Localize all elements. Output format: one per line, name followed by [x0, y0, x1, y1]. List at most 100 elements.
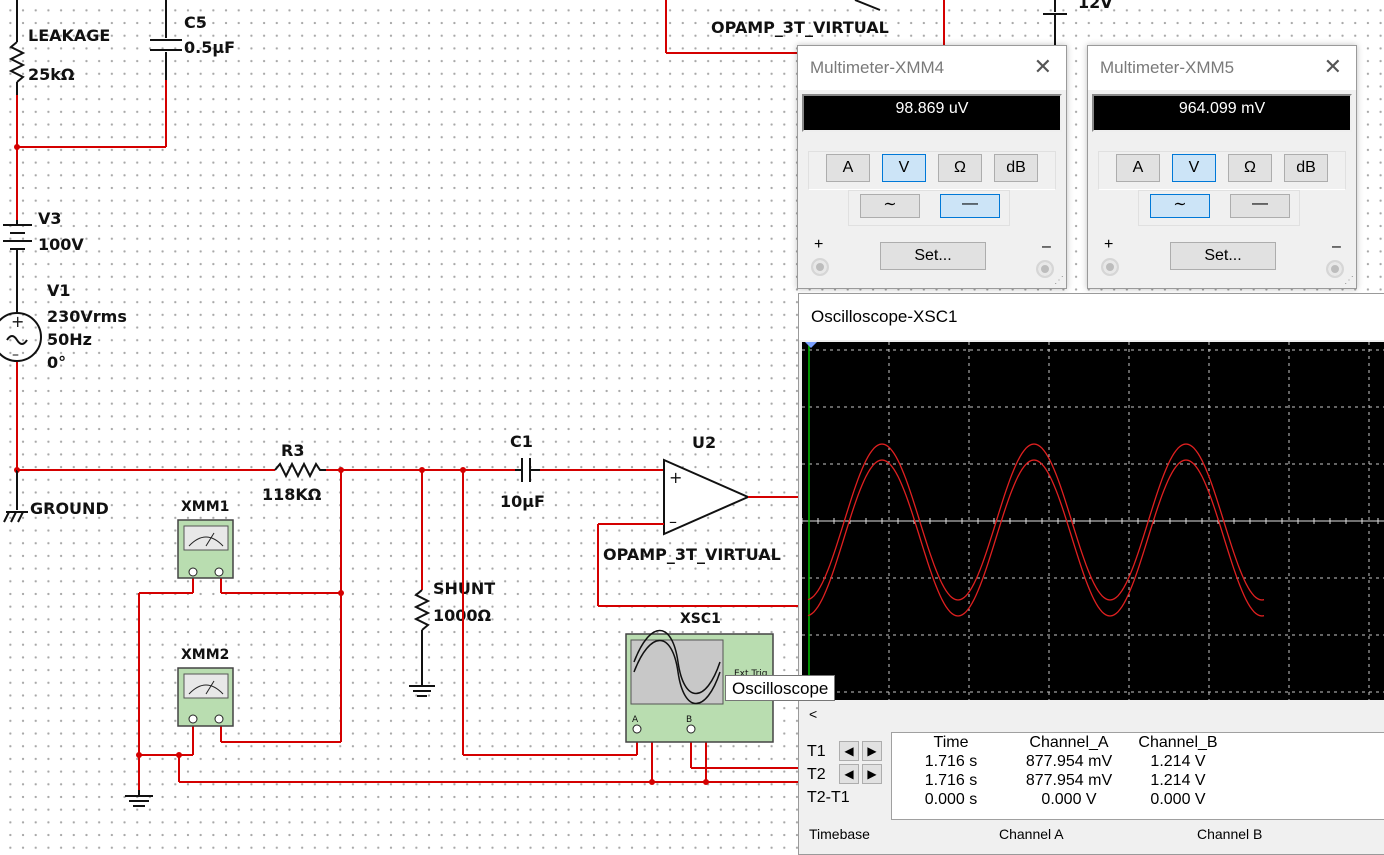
oscilloscope-settings-headers: Timebase Channel A Channel B — [809, 826, 1262, 842]
u2-label: U2 — [692, 433, 716, 452]
mode-a-button[interactable]: A — [826, 154, 870, 182]
v1-ac-source[interactable]: + – — [0, 312, 42, 363]
t2-time: 1.716 s — [924, 771, 978, 789]
sine-icon: ∼ — [883, 196, 897, 213]
dc-line-icon: — — [1252, 195, 1268, 212]
multimeter-xmm5-display: 964.099 mV — [1092, 94, 1352, 132]
ac-coupling-button[interactable]: ∼ — [860, 194, 920, 218]
v1-line2: 50Hz — [47, 330, 92, 349]
cursor-arrows: ◀ ▶ ◀ ▶ — [839, 741, 885, 787]
cursor-t1-marker[interactable] — [805, 342, 817, 348]
close-icon[interactable]: ✕ — [1034, 46, 1052, 88]
dt-channel-b: 0.000 V — [1150, 790, 1206, 808]
dt-channel-a: 0.000 V — [1041, 790, 1097, 808]
col-header-channel-a: Channel_A — [1029, 733, 1109, 751]
c1-value: 10µF — [500, 492, 545, 511]
mode-ohm-button[interactable]: Ω — [938, 154, 982, 182]
leakage-resistor[interactable] — [8, 0, 26, 95]
minus-terminal-jack[interactable] — [1036, 260, 1054, 278]
set-button[interactable]: Set... — [880, 242, 986, 270]
t1-channel-a: 877.954 mV — [1025, 752, 1113, 770]
xmm2-label: XMM2 — [181, 647, 229, 663]
sine-icon: ∼ — [1173, 196, 1187, 213]
oscilloscope-xsc1-window[interactable]: Oscilloscope-XSC1 < T1 T2 T2-T1 ◀ ▶ ◀ ▶ Ti… — [798, 293, 1384, 855]
channel-a-trace — [807, 443, 1265, 601]
shunt-resistor[interactable] — [409, 589, 435, 697]
xsc1-b-label: B — [686, 715, 692, 725]
oscilloscope-screen[interactable] — [801, 342, 1384, 700]
svg-text:+: + — [669, 468, 682, 487]
set-button[interactable]: Set... — [1170, 242, 1276, 270]
plus-terminal-label: + — [1104, 236, 1114, 253]
minus-terminal-jack[interactable] — [1326, 260, 1344, 278]
r3-label: R3 — [281, 441, 304, 460]
xmm1-label: XMM1 — [181, 499, 229, 515]
leakage-label: LEAKAGE — [28, 26, 110, 45]
ac-coupling-button[interactable]: ∼ — [1150, 194, 1210, 218]
col-header-time: Time — [933, 733, 969, 751]
timebase-label: Timebase — [809, 826, 870, 842]
t2-right-arrow-icon[interactable]: ▶ — [862, 764, 882, 784]
mode-ohm-button[interactable]: Ω — [1228, 154, 1272, 182]
multimeter-xmm4-title: Multimeter-XMM4 — [810, 58, 945, 77]
xsc1-a-label: A — [632, 715, 639, 725]
oscilloscope-titlebar[interactable]: Oscilloscope-XSC1 — [799, 294, 1384, 340]
t1-time: 1.716 s — [924, 752, 978, 770]
ground-symbol-bottom — [125, 790, 153, 807]
c5-label: C5 — [184, 13, 207, 32]
t1-left-arrow-icon[interactable]: ◀ — [839, 741, 859, 761]
mode-db-button[interactable]: dB — [1284, 154, 1328, 182]
v3-battery[interactable] — [3, 220, 32, 262]
u2-model: OPAMP_3T_VIRTUAL — [603, 545, 781, 564]
channel-a-settings-label: Channel A — [999, 826, 1064, 842]
channel-b-trace — [807, 459, 1265, 617]
v3-label: V3 — [38, 209, 62, 228]
c5-value: 0.5µF — [184, 38, 235, 57]
svg-text:+: + — [11, 312, 24, 331]
xmm1-multimeter-symbol[interactable] — [177, 519, 234, 579]
ground-label: GROUND — [30, 499, 109, 518]
scroll-left-icon[interactable]: < — [809, 706, 817, 722]
multimeter-xmm5-titlebar[interactable]: Multimeter-XMM5 ✕ — [1088, 46, 1356, 90]
xsc1-label: XSC1 — [680, 611, 721, 627]
dc-coupling-button[interactable]: — — [1230, 194, 1290, 218]
plus-terminal-jack[interactable] — [811, 258, 829, 276]
mode-db-button[interactable]: dB — [994, 154, 1038, 182]
t2-left-arrow-icon[interactable]: ◀ — [839, 764, 859, 784]
oscilloscope-title: Oscilloscope-XSC1 — [811, 307, 958, 326]
c5-capacitor[interactable] — [150, 0, 182, 80]
r3-resistor[interactable] — [274, 461, 326, 479]
mode-a-button[interactable]: A — [1116, 154, 1160, 182]
multimeter-xmm5-window[interactable]: Multimeter-XMM5 ✕ 964.099 mV A V Ω dB ∼ … — [1087, 45, 1357, 289]
svg-text:–: – — [12, 347, 19, 363]
resize-grip-icon[interactable]: ⋰ — [1054, 275, 1064, 286]
multimeter-xmm4-window[interactable]: Multimeter-XMM4 ✕ 98.869 uV A V Ω dB ∼ —… — [797, 45, 1067, 289]
mode-v-button[interactable]: V — [882, 154, 926, 182]
r3-value: 118KΩ — [262, 485, 322, 504]
mode-v-button[interactable]: V — [1172, 154, 1216, 182]
table-row: 0.000 s 0.000 V 0.000 V — [892, 790, 1228, 809]
dc-coupling-button[interactable]: — — [940, 194, 1000, 218]
xmm2-multimeter-symbol[interactable] — [177, 667, 234, 727]
table-row: 1.716 s 877.954 mV 1.214 V — [892, 771, 1228, 790]
oscilloscope-tooltip: Oscilloscope — [725, 675, 835, 701]
minus-terminal-label: – — [1042, 238, 1051, 255]
plus-terminal-jack[interactable] — [1101, 258, 1119, 276]
v3-value: 100V — [38, 235, 84, 254]
plus-terminal-label: + — [814, 236, 824, 253]
top-supply — [1043, 0, 1067, 45]
v1-line3: 0° — [47, 353, 66, 372]
t1-right-arrow-icon[interactable]: ▶ — [862, 741, 882, 761]
cursor-readout-table: Time Channel_A Channel_B 1.716 s 877.954… — [891, 732, 1384, 820]
horizontal-scrollbar[interactable]: < — [799, 706, 1384, 722]
oscilloscope-graticule — [801, 342, 1384, 700]
c1-capacitor[interactable] — [515, 458, 540, 482]
leakage-value: 25kΩ — [28, 65, 75, 84]
multimeter-xmm5-title: Multimeter-XMM5 — [1100, 58, 1235, 77]
ground-symbol — [3, 511, 28, 523]
resize-grip-icon[interactable]: ⋰ — [1344, 275, 1354, 286]
t1-channel-b: 1.214 V — [1150, 752, 1206, 770]
close-icon[interactable]: ✕ — [1324, 46, 1342, 88]
multimeter-xmm4-titlebar[interactable]: Multimeter-XMM4 ✕ — [798, 46, 1066, 90]
u2-opamp[interactable]: + – — [663, 458, 751, 536]
